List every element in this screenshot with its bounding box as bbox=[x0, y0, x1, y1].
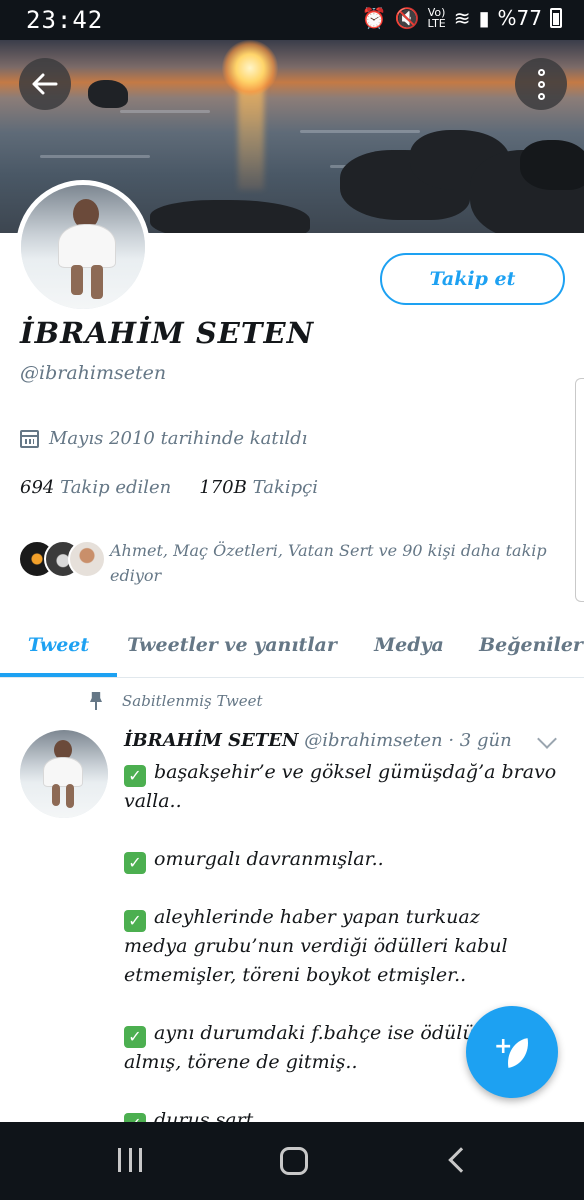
tweet-header: İBRAHİM SETEN @ibrahimseten · 3 gün bbox=[124, 730, 512, 751]
check-mark-icon: ✓ bbox=[124, 852, 146, 874]
banner-sun bbox=[222, 40, 278, 96]
avatar-photo bbox=[20, 730, 108, 818]
mute-icon: 🔇 bbox=[394, 6, 420, 30]
battery-percent: %77 bbox=[497, 6, 542, 30]
banner-wave bbox=[40, 155, 150, 158]
joined-text: Mayıs 2010 tarihinde katıldı bbox=[49, 428, 308, 449]
follow-button[interactable]: Takip et bbox=[380, 253, 565, 305]
following-label: Takip edilen bbox=[60, 477, 172, 498]
active-tab-indicator bbox=[0, 673, 117, 677]
tweet-line: medya grubu’nun verdiği ödülleri kabul bbox=[124, 935, 508, 957]
followers-label: Takipçi bbox=[252, 477, 318, 498]
tweet-author-avatar[interactable] bbox=[20, 730, 108, 818]
volte-indicator: Vo) LTE bbox=[427, 7, 445, 29]
tweet-author-handle: @ibrahimseten bbox=[304, 730, 443, 751]
status-bar: 23:42 ⏰ 🔇 Vo) LTE ≋ ▮ %77 bbox=[0, 0, 584, 40]
tweet-line-text: aynı durumdaki f.bahçe ise ödülü bbox=[154, 1022, 475, 1044]
chevron-down-icon[interactable] bbox=[537, 729, 557, 749]
following-count: 694 bbox=[20, 477, 55, 498]
banner-rock bbox=[150, 200, 310, 233]
avatar-photo bbox=[21, 185, 145, 309]
tweet-line-text: omurgalı davranmışlar.. bbox=[154, 848, 384, 870]
banner-rock bbox=[520, 140, 584, 190]
home-icon[interactable] bbox=[280, 1147, 308, 1175]
tab-tweets-and-replies[interactable]: Tweetler ve yanıtlar bbox=[117, 612, 347, 678]
tweet-line: ✓ başakşehir’e ve göksel gümüşdağ’a bravo bbox=[124, 758, 564, 787]
compose-tweet-button[interactable]: + bbox=[466, 1006, 558, 1098]
following-stat[interactable]: 694 Takip edilen bbox=[20, 477, 171, 498]
back-button[interactable] bbox=[19, 58, 71, 110]
banner-rock bbox=[88, 80, 128, 108]
more-options-button[interactable] bbox=[515, 58, 567, 110]
banner-wave bbox=[300, 130, 420, 133]
followed-by-text: Ahmet, Maç Özetleri, Vatan Sert ve 90 ki… bbox=[110, 541, 547, 585]
follow-stats: 694 Takip edilen 170B Takipçi bbox=[20, 477, 318, 498]
back-arrow-icon bbox=[32, 73, 58, 95]
followers-count: 170B bbox=[199, 477, 247, 498]
status-time: 23:42 bbox=[26, 6, 104, 34]
battery-icon bbox=[550, 8, 562, 28]
wifi-icon: ≋ bbox=[453, 6, 471, 30]
pinned-text: Sabitlenmiş Tweet bbox=[122, 692, 263, 710]
check-mark-icon: ✓ bbox=[124, 910, 146, 932]
check-mark-icon: ✓ bbox=[124, 1026, 146, 1048]
calendar-icon bbox=[20, 429, 39, 448]
scroll-handle[interactable] bbox=[575, 378, 584, 602]
banner-wave bbox=[120, 110, 210, 113]
signal-icon: ▮ bbox=[478, 6, 490, 30]
profile-avatar[interactable] bbox=[16, 180, 150, 314]
tweet-time: · 3 gün bbox=[448, 730, 512, 751]
tab-media[interactable]: Medya bbox=[347, 612, 471, 678]
pinned-tweet-label: Sabitlenmiş Tweet bbox=[88, 692, 263, 710]
recent-apps-icon[interactable] bbox=[118, 1148, 142, 1172]
alarm-icon: ⏰ bbox=[361, 6, 387, 30]
joined-date: Mayıs 2010 tarihinde katıldı bbox=[20, 428, 307, 449]
followed-by-avatars bbox=[18, 538, 106, 582]
followers-stat[interactable]: 170B Takipçi bbox=[199, 477, 318, 498]
tab-tweet[interactable]: Tweet bbox=[0, 612, 117, 678]
lte-label: LTE bbox=[427, 17, 446, 30]
tweet-line: valla.. bbox=[124, 790, 182, 812]
tweet-line: ✓ aleyhlerinde haber yapan turkuaz bbox=[124, 903, 564, 932]
tweet-line: etmemişler, töreni boykot etmişler.. bbox=[124, 964, 467, 986]
tweet-author-name[interactable]: İBRAHİM SETEN bbox=[124, 730, 298, 751]
tab-likes[interactable]: Beğeniler bbox=[471, 612, 584, 678]
tweet-line: ✓ omurgalı davranmışlar.. bbox=[124, 845, 564, 874]
check-mark-icon: ✓ bbox=[124, 765, 146, 787]
tweet-line-text: başakşehir’e ve göksel gümüşdağ’a bravo bbox=[154, 761, 557, 783]
tweet-line-text: aleyhlerinde haber yapan turkuaz bbox=[154, 906, 480, 928]
system-nav-bar bbox=[0, 1122, 584, 1200]
system-back-icon[interactable] bbox=[448, 1147, 474, 1173]
more-vertical-icon bbox=[537, 68, 545, 100]
profile-tabs: Tweet Tweetler ve yanıtlar Medya Beğenil… bbox=[0, 612, 584, 678]
status-icons: ⏰ 🔇 Vo) LTE ≋ ▮ %77 bbox=[362, 6, 562, 30]
follower-avatar bbox=[68, 540, 106, 578]
profile-handle: @ibrahimseten bbox=[20, 362, 167, 384]
pin-icon bbox=[88, 692, 104, 710]
followed-by-row[interactable]: Ahmet, Maç Özetleri, Vatan Sert ve 90 ki… bbox=[18, 538, 574, 588]
profile-name: İBRAHİM SETEN bbox=[20, 316, 315, 350]
